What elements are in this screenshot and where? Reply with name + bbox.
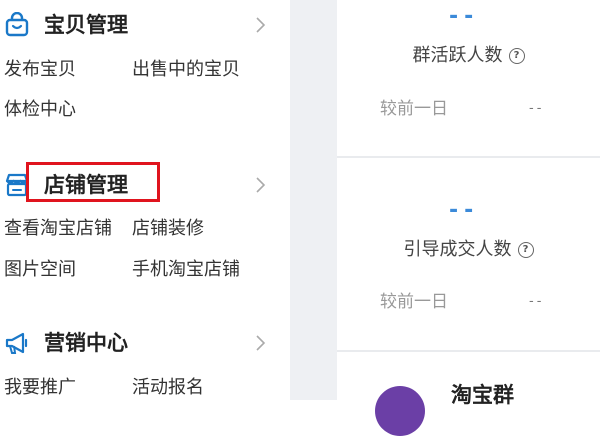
chevron-right-icon[interactable]: [252, 14, 270, 36]
section-header-item-management[interactable]: 宝贝管理: [0, 6, 290, 46]
help-icon[interactable]: ?: [517, 242, 534, 258]
shopping-bag-icon: [5, 12, 29, 37]
metric-value: --: [449, 198, 480, 223]
metric-value: --: [449, 4, 480, 29]
stats-panel: -- 群活跃人数? 较前一日 -- -- 引导成交人数? 较前一日 -- 淘宝群: [337, 0, 600, 436]
highlight-annotation: [26, 162, 160, 202]
megaphone-icon: [5, 332, 28, 354]
group-name: 淘宝群: [451, 383, 514, 407]
avatar[interactable]: [375, 386, 425, 436]
compare-value: --: [529, 294, 545, 309]
menu-item-promotion[interactable]: 我要推广: [4, 376, 76, 400]
card-divider: [337, 156, 600, 158]
menu-item-publish[interactable]: 发布宝贝: [4, 58, 76, 82]
menu-item-activity-signup[interactable]: 活动报名: [132, 376, 204, 400]
metric-label: 引导成交人数: [403, 239, 512, 260]
metric-label-row: 引导成交人数?: [337, 238, 600, 262]
section-title: 宝贝管理: [44, 13, 128, 37]
metric-label-row: 群活跃人数?: [337, 44, 600, 68]
menu-item-checkup[interactable]: 体检中心: [4, 98, 76, 122]
section-title: 营销中心: [44, 331, 128, 355]
menu-item-store-decoration[interactable]: 店铺装修: [132, 217, 204, 241]
menu-item-on-sale[interactable]: 出售中的宝贝: [132, 58, 240, 82]
chevron-right-icon[interactable]: [252, 332, 270, 354]
card-divider: [337, 350, 600, 352]
help-icon[interactable]: ?: [508, 48, 525, 64]
compare-label: 较前一日: [380, 99, 448, 119]
menu-item-mobile-store[interactable]: 手机淘宝店铺: [132, 258, 240, 282]
menu-item-view-store[interactable]: 查看淘宝店铺: [4, 217, 112, 241]
section-header-marketing-center[interactable]: 营销中心: [0, 324, 290, 364]
metric-label: 群活跃人数: [412, 45, 503, 66]
panel-gutter: [290, 0, 337, 400]
compare-value: --: [529, 101, 545, 116]
menu-item-image-space[interactable]: 图片空间: [4, 258, 76, 282]
chevron-right-icon[interactable]: [252, 174, 270, 196]
sidebar: 宝贝管理 发布宝贝 出售中的宝贝 体检中心 店铺管理 查看淘宝店铺 店铺装修 图…: [0, 0, 290, 400]
compare-label: 较前一日: [380, 292, 448, 312]
